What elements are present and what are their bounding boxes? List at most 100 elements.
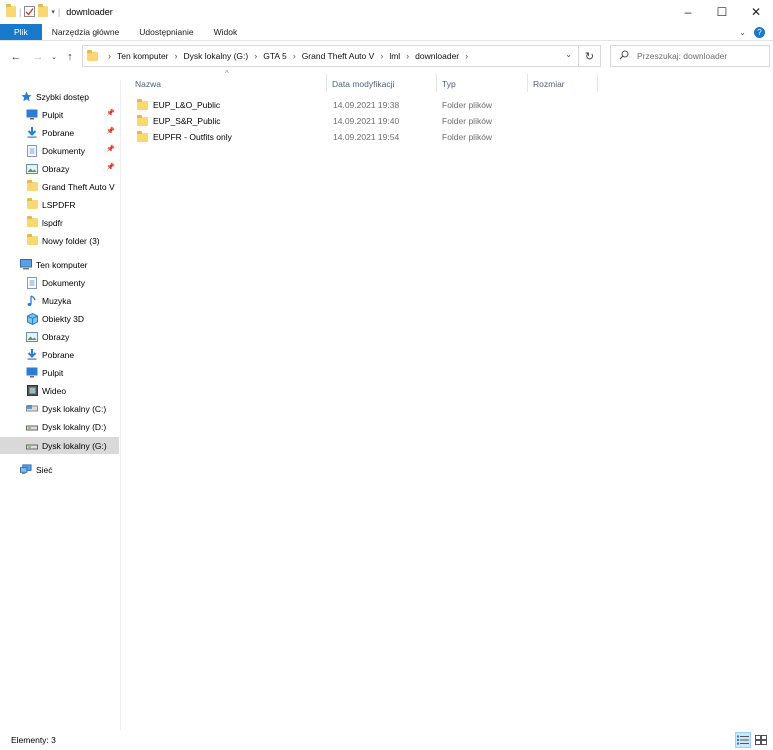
sidebar-item-pc-pictures[interactable]: Obrazy bbox=[0, 328, 119, 345]
breadcrumb-separator[interactable]: › bbox=[254, 51, 257, 61]
folder-icon bbox=[26, 234, 38, 247]
breadcrumb-lml[interactable]: lml bbox=[389, 51, 400, 61]
file-date: 14.09.2021 19:40 bbox=[333, 116, 400, 126]
breadcrumb-separator[interactable]: › bbox=[175, 51, 178, 61]
sidebar-item-pc-downloads[interactable]: Pobrane bbox=[0, 346, 119, 363]
status-bar: Elementy: 3 bbox=[0, 730, 773, 750]
navigation-pane: Szybki dostęp Pulpit 📌 Pobrane 📌 Dokumen… bbox=[0, 80, 121, 730]
chevron-down-icon[interactable]: ⌄ bbox=[565, 50, 572, 59]
sidebar-item-drive-g[interactable]: Dysk lokalny (G:) bbox=[0, 437, 119, 454]
address-bar[interactable]: › Ten komputer › Dysk lokalny (G:) › GTA… bbox=[82, 45, 579, 67]
column-date-modified[interactable]: Data modyfikacji bbox=[332, 77, 394, 90]
help-icon[interactable]: ? bbox=[754, 26, 765, 38]
breadcrumb-separator[interactable]: › bbox=[406, 51, 409, 61]
breadcrumb-drive-g[interactable]: Dysk lokalny (G:) bbox=[184, 51, 249, 61]
quick-access-toolbar: | ▾ | bbox=[0, 3, 60, 19]
breadcrumb-separator[interactable]: › bbox=[465, 51, 468, 61]
sidebar-item-drive-d[interactable]: Dysk lokalny (D:) bbox=[0, 418, 119, 435]
video-icon bbox=[26, 385, 38, 397]
sidebar-item-pc-desktop[interactable]: Pulpit bbox=[0, 364, 119, 381]
column-divider[interactable] bbox=[436, 74, 437, 92]
new-folder-icon[interactable] bbox=[38, 3, 49, 19]
expand-ribbon-icon[interactable]: ⌄ bbox=[739, 28, 746, 37]
network-icon bbox=[20, 464, 32, 476]
file-row[interactable]: EUP_L&O_Public 14.09.2021 19:38 Folder p… bbox=[121, 97, 521, 113]
breadcrumb-separator[interactable]: › bbox=[293, 51, 296, 61]
document-icon bbox=[26, 276, 38, 289]
search-icon bbox=[619, 50, 629, 62]
folder-icon bbox=[26, 198, 38, 211]
file-type: Folder plików bbox=[442, 100, 493, 110]
column-divider[interactable] bbox=[326, 74, 327, 92]
sidebar-item-music[interactable]: Muzyka bbox=[0, 292, 119, 309]
sidebar-item-quick-access[interactable]: Szybki dostęp bbox=[0, 88, 119, 105]
desktop-icon bbox=[26, 367, 38, 379]
breadcrumb-gta-v[interactable]: Grand Theft Auto V bbox=[302, 51, 375, 61]
drive-icon bbox=[26, 440, 38, 452]
sidebar-item-label: Szybki dostęp bbox=[36, 91, 89, 102]
computer-icon bbox=[20, 259, 32, 271]
file-row[interactable]: EUP_S&R_Public 14.09.2021 19:40 Folder p… bbox=[121, 113, 521, 129]
sidebar-item-3d-objects[interactable]: Obiekty 3D bbox=[0, 310, 119, 327]
sidebar-item-pictures[interactable]: Obrazy 📌 bbox=[0, 160, 119, 177]
file-date: 14.09.2021 19:54 bbox=[333, 132, 400, 142]
sidebar-item-downloads[interactable]: Pobrane 📌 bbox=[0, 124, 119, 141]
sidebar-item-label: Muzyka bbox=[42, 295, 72, 306]
refresh-button[interactable]: ↻ bbox=[579, 45, 601, 67]
file-name: EUP_L&O_Public bbox=[153, 100, 221, 110]
sidebar-item-drive-c[interactable]: Dysk lokalny (C:) bbox=[0, 400, 119, 417]
minimize-button[interactable]: – bbox=[671, 0, 705, 24]
file-row[interactable]: EUPFR - Outfits only 14.09.2021 19:54 Fo… bbox=[121, 129, 521, 145]
drive-icon bbox=[26, 403, 38, 415]
up-button[interactable]: ↑ bbox=[60, 47, 80, 67]
search-input[interactable]: Przeszukaj: downloader bbox=[637, 51, 727, 61]
pin-icon[interactable]: 📌 bbox=[106, 127, 115, 135]
pictures-icon bbox=[26, 163, 38, 175]
column-divider[interactable] bbox=[597, 74, 598, 92]
column-size[interactable]: Rozmiar bbox=[533, 77, 565, 90]
properties-icon[interactable] bbox=[24, 5, 36, 19]
sidebar-item-lspdfr-upper[interactable]: LSPDFR bbox=[0, 196, 119, 213]
sidebar-item-this-pc[interactable]: Ten komputer bbox=[0, 256, 119, 273]
tab-home[interactable]: Narzędzia główne bbox=[42, 24, 130, 40]
title-bar: | ▾ | downloader – ☐ ✕ bbox=[0, 0, 773, 24]
sidebar-item-new-folder-3[interactable]: Nowy folder (3) bbox=[0, 232, 119, 249]
column-name[interactable]: Nazwa bbox=[135, 77, 161, 90]
sidebar-item-label: lspdfr bbox=[42, 217, 63, 228]
back-button[interactable]: ← bbox=[6, 47, 26, 67]
sidebar-item-label: Dokumenty bbox=[42, 277, 85, 288]
search-box[interactable]: Przeszukaj: downloader bbox=[610, 45, 770, 67]
item-count: Elementy: 3 bbox=[11, 735, 56, 745]
pin-icon[interactable]: 📌 bbox=[106, 163, 115, 171]
close-button[interactable]: ✕ bbox=[739, 0, 773, 24]
tab-share[interactable]: Udostępnianie bbox=[129, 24, 203, 40]
breadcrumb-separator[interactable]: › bbox=[380, 51, 383, 61]
pictures-icon bbox=[26, 331, 38, 343]
tab-file[interactable]: Plik bbox=[0, 24, 42, 40]
sidebar-item-videos[interactable]: Wideo bbox=[0, 382, 119, 399]
large-icons-view-button[interactable] bbox=[753, 732, 769, 748]
sidebar-item-label: Grand Theft Auto V bbox=[42, 181, 115, 192]
sidebar-item-gta-v[interactable]: Grand Theft Auto V bbox=[0, 178, 119, 195]
pin-icon[interactable]: 📌 bbox=[106, 109, 115, 117]
sidebar-item-lspdfr-lower[interactable]: lspdfr bbox=[0, 214, 119, 231]
sidebar-item-pc-documents[interactable]: Dokumenty bbox=[0, 274, 119, 291]
sidebar-item-desktop[interactable]: Pulpit 📌 bbox=[0, 106, 119, 123]
column-type[interactable]: Typ bbox=[442, 77, 456, 90]
pin-icon[interactable]: 📌 bbox=[106, 145, 115, 153]
sidebar-item-label: Obrazy bbox=[42, 163, 70, 174]
folder-icon bbox=[87, 49, 98, 61]
sidebar-item-documents[interactable]: Dokumenty 📌 bbox=[0, 142, 119, 159]
maximize-button[interactable]: ☐ bbox=[705, 0, 739, 24]
breadcrumb-gta5[interactable]: GTA 5 bbox=[263, 51, 286, 61]
column-divider[interactable] bbox=[527, 74, 528, 92]
details-view-button[interactable] bbox=[735, 732, 751, 748]
customize-toolbar-icon[interactable]: ▾ bbox=[51, 8, 55, 16]
tab-view[interactable]: Widok bbox=[204, 24, 248, 40]
sidebar-item-network[interactable]: Sieć bbox=[0, 461, 119, 478]
star-icon bbox=[20, 91, 32, 103]
breadcrumb-this-pc[interactable]: Ten komputer bbox=[117, 51, 169, 61]
file-name: EUPFR - Outfits only bbox=[153, 132, 232, 142]
ribbon-tabs: Plik Narzędzia główne Udostępnianie Wido… bbox=[0, 24, 773, 41]
breadcrumb-downloader[interactable]: downloader bbox=[415, 51, 459, 61]
